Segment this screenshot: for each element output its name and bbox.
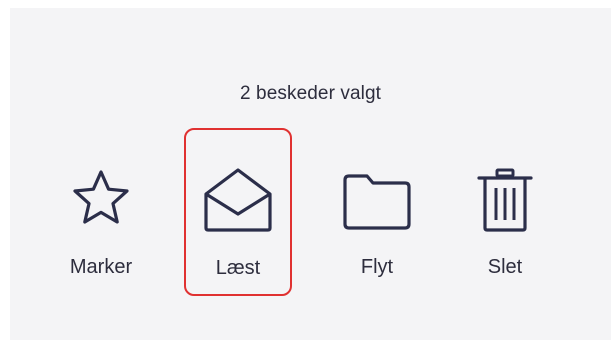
move-button[interactable]: Flyt xyxy=(323,138,431,298)
delete-button-label: Slet xyxy=(487,256,523,278)
trash-icon xyxy=(465,158,545,238)
envelope-open-icon xyxy=(198,158,278,238)
delete-button[interactable]: Slet xyxy=(451,138,559,298)
mark-read-button-label: Læst xyxy=(215,257,261,279)
mark-read-button[interactable]: Læst xyxy=(184,128,292,296)
mark-button-label: Marker xyxy=(69,256,133,278)
star-icon xyxy=(61,158,141,238)
bulk-action-panel: 2 beskeder valgt Marker Læst Flyt Slet xyxy=(10,8,611,340)
move-button-label: Flyt xyxy=(360,256,394,278)
folder-icon xyxy=(337,158,417,238)
mark-button[interactable]: Marker xyxy=(47,138,155,298)
selection-count-text: 2 beskeder valgt xyxy=(239,83,382,104)
